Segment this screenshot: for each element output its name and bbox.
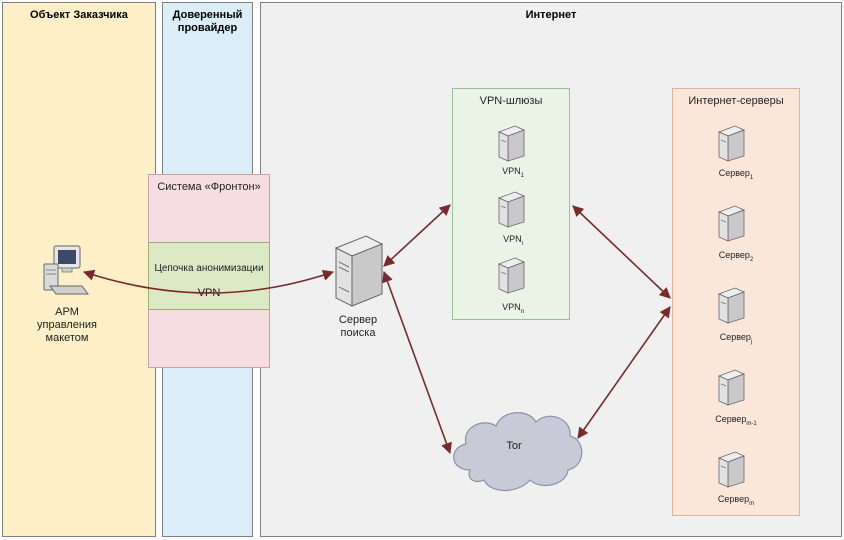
internet-server-1-label: Сервер1 [718, 168, 754, 181]
tor-label: Tor [506, 440, 522, 452]
network-diagram: Объект Заказчика Доверенный провайдер Ин… [0, 0, 844, 540]
internet-server-m1-label: Серверm-1 [715, 414, 757, 427]
internet-server-2-icon [717, 205, 746, 242]
vpn-gateway-n-label: VPNn [502, 302, 524, 315]
internet-server-m-icon [717, 451, 746, 488]
internet-server-1-icon [717, 125, 746, 162]
link-tor-internet [577, 306, 671, 439]
search-server-label: Сервер поиска [338, 314, 378, 339]
link-search-tor [382, 270, 452, 455]
internet-server-2-label: Сервер2 [718, 250, 754, 263]
vpn-gateway-i-label: VPNi [503, 234, 523, 247]
internet-server-j-icon [717, 287, 746, 324]
search-server-icon [334, 235, 384, 307]
vpn-gateway-1-icon [497, 125, 526, 162]
link-search-vpn [383, 204, 451, 267]
link-vpn-internet [572, 205, 671, 299]
internet-server-j-label: Серверj [719, 332, 753, 345]
vpn-gateway-n-icon [497, 257, 526, 294]
vpn-gateway-1-label: VPN1 [502, 166, 524, 179]
link-workstation-search [82, 269, 335, 294]
internet-server-m1-icon [717, 369, 746, 406]
workstation-icon [43, 245, 89, 295]
workstation-label: АРМ управления макетом [37, 306, 97, 344]
vpn-gateway-i-icon [497, 191, 526, 228]
internet-server-m-label: Серверm [717, 494, 755, 507]
